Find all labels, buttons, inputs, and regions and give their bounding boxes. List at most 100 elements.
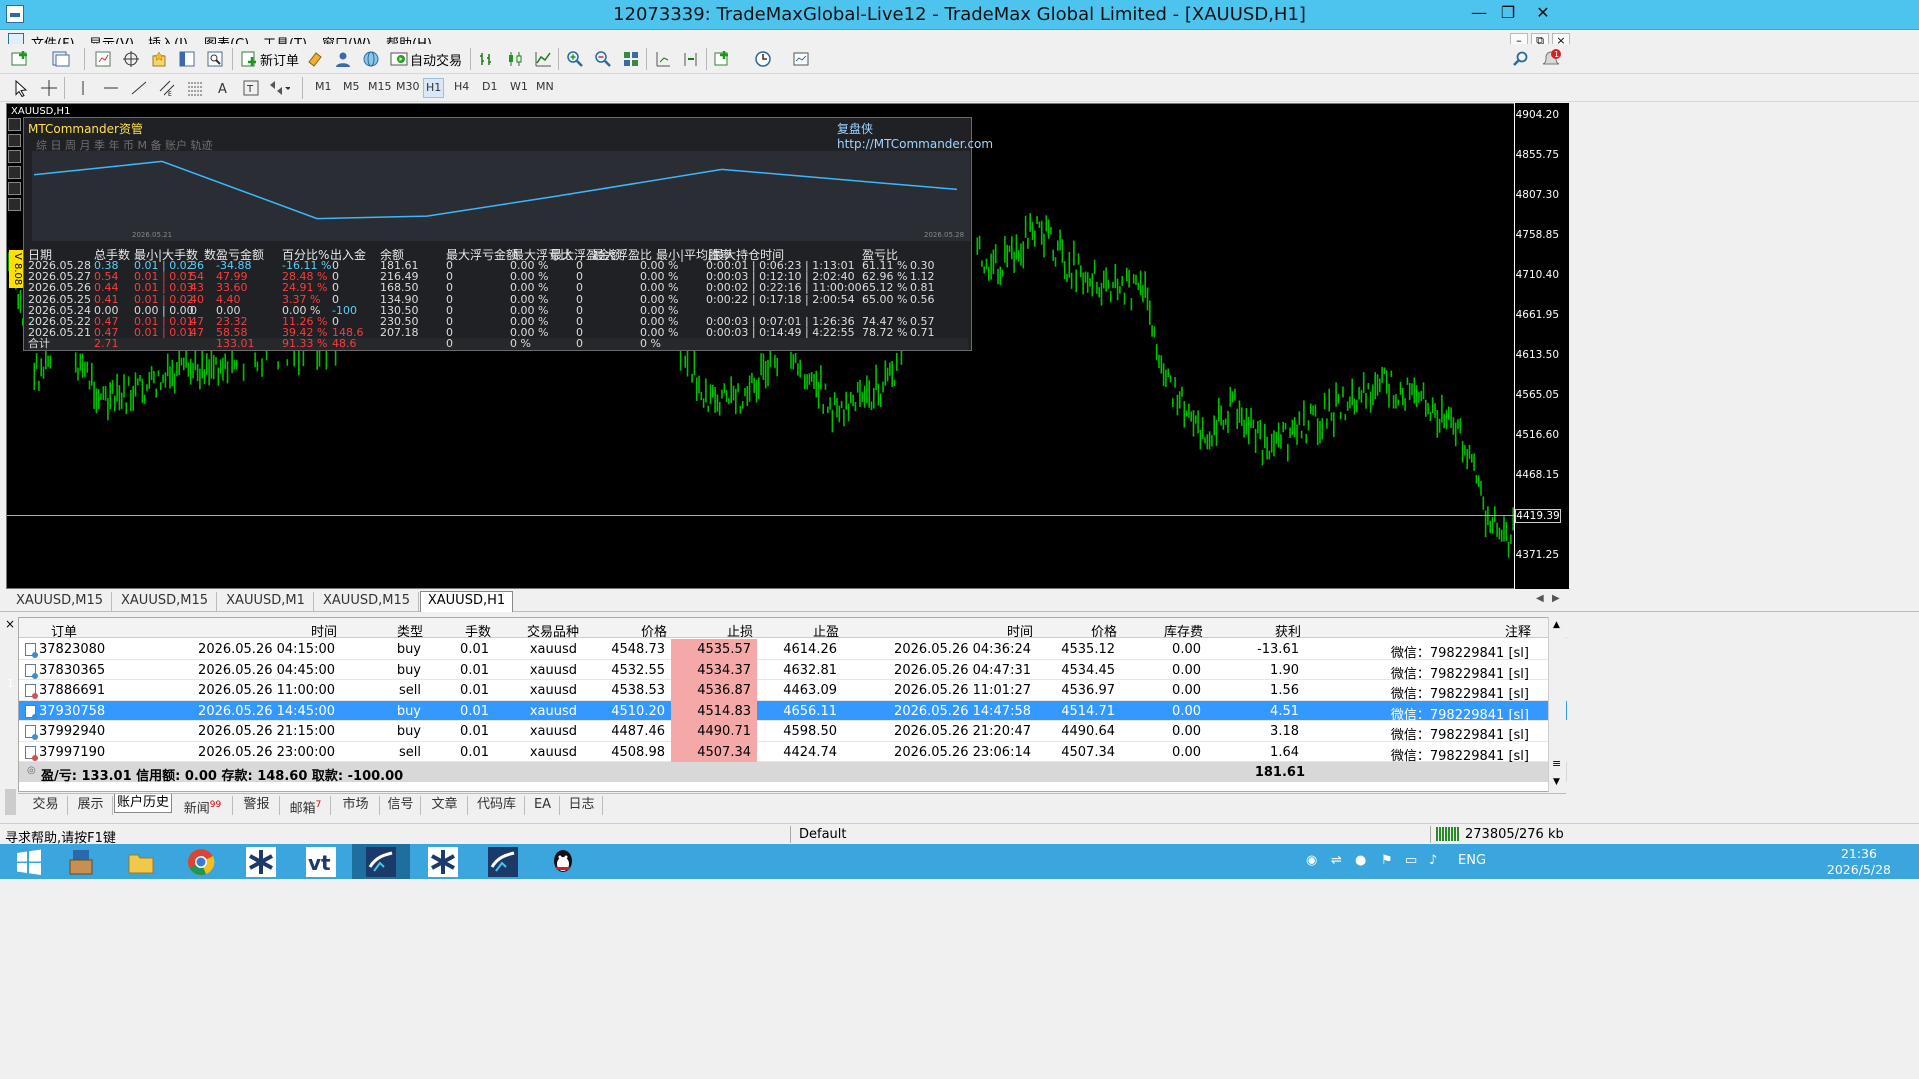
chart-tab-active[interactable]: XAUUSD,H1	[420, 591, 513, 612]
tray-display-icon[interactable]: ▭	[1405, 853, 1417, 868]
auto-trading-button[interactable]: 自动交易	[410, 50, 462, 69]
line-chart-icon[interactable]	[532, 49, 554, 69]
table-row[interactable]: 37992940 2026.05.26 21:15:00 buy 0.01 xauusd…	[19, 721, 1567, 743]
table-row[interactable]: 37823080 2026.05.26 04:15:00 buy 0.01 xauusd…	[19, 639, 1567, 661]
tab-scroll-left-icon[interactable]: ◀	[1536, 593, 1544, 604]
move-icon[interactable]	[8, 134, 21, 147]
notifications-icon[interactable]: 1	[1540, 49, 1562, 69]
terminal-tab[interactable]: 邮箱7	[281, 796, 331, 816]
terminal-icon[interactable]	[176, 49, 198, 69]
windows-start-icon[interactable]	[0, 844, 58, 879]
column-header[interactable]: 时间	[843, 621, 1033, 640]
column-header[interactable]: 止盈	[757, 621, 839, 640]
chart-tab[interactable]: XAUUSD,M15	[113, 592, 217, 612]
help-icon[interactable]	[8, 166, 21, 179]
timeframe-m5[interactable]: M5	[343, 80, 360, 93]
close-button[interactable]: ✕	[1523, 3, 1563, 25]
cursor-icon[interactable]	[10, 78, 32, 98]
chrome-icon[interactable]	[172, 844, 230, 879]
panel-link[interactable]: 复盘侠 http://MTCommander.com	[837, 120, 993, 151]
column-header[interactable]: 获利	[1209, 621, 1301, 640]
table-row[interactable]: 37830365 2026.05.26 04:45:00 buy 0.01 xauusd…	[19, 659, 1567, 682]
maximize-button[interactable]: ❐	[1493, 3, 1523, 25]
chart-shift-icon[interactable]	[680, 49, 702, 69]
data-window-icon[interactable]	[120, 49, 142, 69]
panel-icon[interactable]	[8, 118, 21, 131]
crosshair-icon[interactable]	[38, 78, 60, 98]
metatrader-icon[interactable]	[352, 844, 410, 879]
screen-icon[interactable]	[8, 198, 21, 211]
table-scrollbar[interactable]: ▲ ≡ ▼	[1548, 617, 1566, 792]
bar-chart-icon[interactable]	[476, 49, 498, 69]
tray-flag-icon[interactable]: ⚑	[1381, 853, 1393, 868]
navigator-icon[interactable]	[148, 49, 170, 69]
timeframe-w1[interactable]: W1	[510, 80, 528, 93]
timeframe-m1[interactable]: M1	[315, 80, 332, 93]
search-icon[interactable]	[1510, 49, 1532, 69]
terminal-tab[interactable]: 账户历史	[114, 794, 172, 813]
qq-icon[interactable]	[534, 844, 592, 879]
terminal-tab[interactable]: 日志	[561, 796, 603, 815]
periods-icon[interactable]	[752, 49, 774, 69]
text-label-icon[interactable]: T	[240, 78, 262, 98]
timeframe-m30[interactable]: M30	[396, 80, 420, 93]
terminal-tab[interactable]: 新闻99	[173, 796, 233, 816]
timeframe-d1[interactable]: D1	[482, 80, 497, 93]
app-asterisk-icon[interactable]	[232, 844, 290, 879]
fibonacci-icon[interactable]	[184, 78, 206, 98]
terminal-tab[interactable]: 警报	[234, 796, 280, 815]
table-row[interactable]: 37930758 2026.05.26 14:45:00 buy 0.01 xauusd…	[19, 700, 1567, 723]
chart-tab[interactable]: XAUUSD,M1	[218, 592, 314, 612]
column-header[interactable]: 价格	[1037, 621, 1117, 640]
table-row[interactable]: 37886691 2026.05.26 11:00:00 sell 0.01 xauus…	[19, 680, 1567, 702]
tray-network-icon[interactable]: ⇌	[1331, 853, 1342, 868]
terminal-tab[interactable]: 市场	[332, 796, 380, 815]
terminal-tab[interactable]: 文章	[422, 796, 468, 815]
column-header[interactable]: 交易品种	[497, 621, 579, 640]
horizontal-line-icon[interactable]	[100, 78, 122, 98]
tray-app-icon[interactable]: ◉	[1306, 853, 1317, 868]
text-icon[interactable]: A	[212, 78, 234, 98]
market-watch-icon[interactable]	[92, 49, 114, 69]
timeframe-h1[interactable]: H1	[423, 78, 445, 98]
file-explorer-icon[interactable]	[112, 844, 170, 879]
app-vt-icon[interactable]: vt	[292, 844, 350, 879]
terminal-tab[interactable]: 展示	[69, 796, 113, 815]
new-order-button[interactable]: 新订单	[260, 50, 299, 69]
metaeditor-icon[interactable]	[304, 49, 326, 69]
trendline-icon[interactable]	[128, 78, 150, 98]
terminal-tab[interactable]: 信号	[381, 796, 421, 815]
column-header[interactable]: 库存费	[1123, 621, 1203, 640]
timeframe-mn[interactable]: MN	[536, 80, 554, 93]
candlestick-icon[interactable]	[504, 49, 526, 69]
channel-icon[interactable]: E	[156, 78, 178, 98]
column-header[interactable]: 订单	[51, 621, 77, 640]
list-icon[interactable]	[8, 150, 21, 163]
new-order-icon[interactable]	[238, 49, 260, 69]
strategy-tester-icon[interactable]	[204, 49, 226, 69]
metatrader-icon-2[interactable]	[474, 844, 532, 879]
chart-tab[interactable]: XAUUSD,M15	[8, 592, 112, 612]
tray-qq-icon[interactable]: ●	[1355, 853, 1366, 868]
indicators-icon[interactable]	[712, 49, 734, 69]
templates-icon[interactable]	[790, 49, 812, 69]
column-header[interactable]: 止损	[671, 621, 753, 640]
auto-scroll-icon[interactable]	[652, 49, 674, 69]
tray-language[interactable]: ENG	[1458, 853, 1486, 868]
new-chart-icon[interactable]	[10, 49, 32, 69]
globe-icon[interactable]	[360, 49, 382, 69]
vertical-line-icon[interactable]	[72, 78, 94, 98]
app-asterisk-icon-2[interactable]	[414, 844, 472, 879]
profiles-icon[interactable]	[50, 49, 72, 69]
auto-trading-icon[interactable]	[388, 49, 410, 69]
tile-windows-icon[interactable]	[620, 49, 642, 69]
server-manager-icon[interactable]	[52, 844, 110, 879]
tab-scroll-right-icon[interactable]: ▶	[1552, 593, 1560, 604]
chart-tab[interactable]: XAUUSD,M15	[315, 592, 419, 612]
column-header[interactable]: 价格	[585, 621, 667, 640]
column-header[interactable]: 手数	[429, 621, 491, 640]
table-row[interactable]: 37997190 2026.05.26 23:00:00 sell 0.01 xauus…	[19, 741, 1567, 764]
terminal-tab[interactable]: EA	[526, 796, 560, 815]
zoom-out-icon[interactable]	[592, 49, 614, 69]
column-header[interactable]: 时间	[151, 621, 337, 640]
